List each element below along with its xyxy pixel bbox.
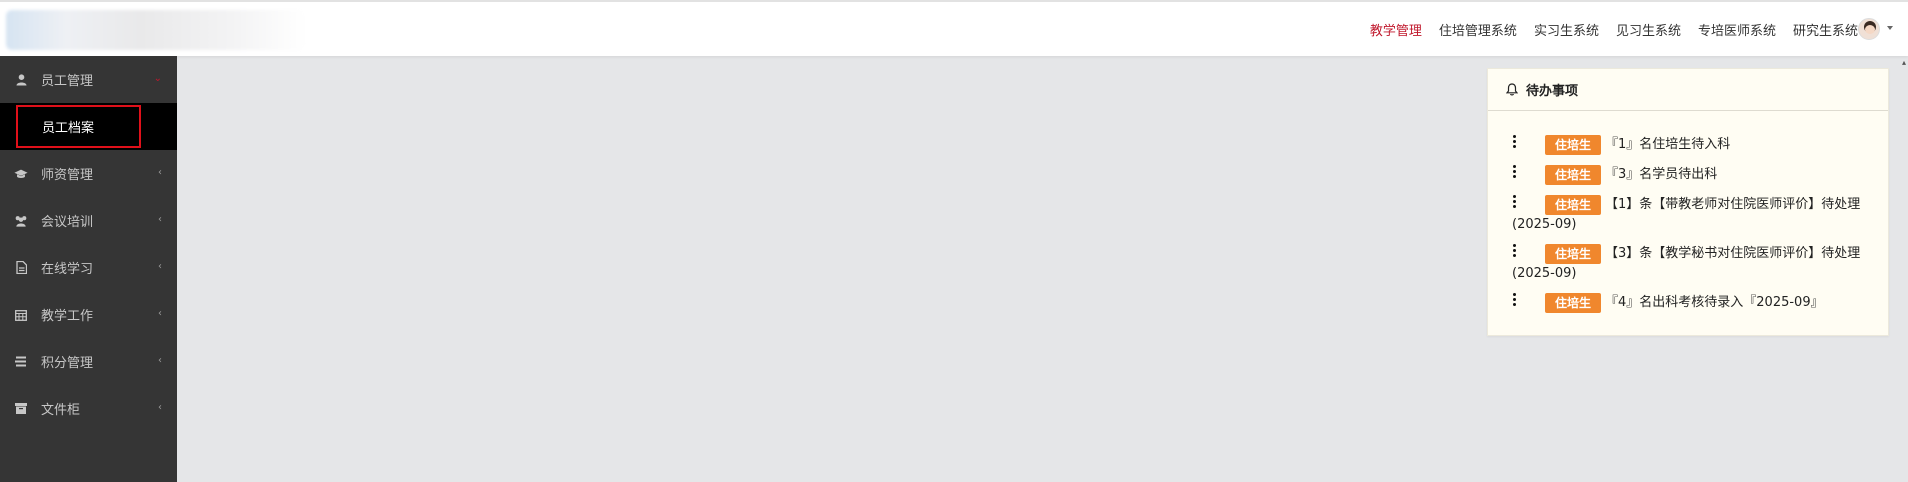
- chevron-left-icon: ‹: [158, 402, 162, 413]
- sidebar-subitem-staff-archive[interactable]: 员工档案: [16, 105, 141, 148]
- todo-text: 『3』名学员待出科: [1605, 167, 1718, 182]
- sidebar-item-file-cabinet[interactable]: 文件柜 ‹: [0, 385, 177, 432]
- archive-icon: [14, 403, 28, 414]
- sidebar-item-online-learning[interactable]: 在线学习 ‹: [0, 244, 177, 291]
- todo-text: 【1】条【带教老师对住院医师评价】待处理: [1605, 197, 1861, 212]
- top-bar: 教学管理 住培管理系统 实习生系统 见习生系统 专培医师系统 研究生系统: [0, 0, 1908, 56]
- todo-item[interactable]: 住培生 【3】条【教学秘书对住院医师评价】待处理 (2025-09): [1512, 244, 1883, 283]
- sidebar-item-label: 会议培训: [41, 215, 94, 230]
- users-icon: [14, 215, 28, 227]
- todo-badge: 住培生: [1545, 293, 1602, 313]
- nav-intern-system[interactable]: 实习生系统: [1534, 20, 1599, 39]
- sidebar-item-meeting[interactable]: 会议培训 ‹: [0, 197, 177, 244]
- bell-icon: [1506, 83, 1518, 96]
- sidebar: 员工管理 ⌄ 员工档案 师资管理 ‹ 会议培训 ‹ 在线学习 ‹ 教学工作 ‹: [0, 56, 177, 482]
- sidebar-item-label: 积分管理: [41, 356, 94, 371]
- todo-item[interactable]: 住培生 『1』名住培生待入科: [1513, 135, 1883, 155]
- document-icon: [14, 261, 28, 274]
- todo-item[interactable]: 住培生 【1】条【带教老师对住院医师评价】待处理 (2025-09): [1512, 195, 1883, 234]
- chevron-left-icon: ‹: [158, 167, 162, 178]
- todo-title: 待办事项: [1526, 84, 1579, 99]
- todo-header: 待办事项: [1488, 69, 1888, 111]
- nav-teaching-management[interactable]: 教学管理: [1370, 20, 1422, 39]
- more-vertical-icon[interactable]: [1513, 165, 1517, 180]
- nav-trainee-system[interactable]: 见习生系统: [1616, 20, 1681, 39]
- sidebar-item-label: 文件柜: [41, 403, 81, 418]
- todo-item[interactable]: 住培生 『3』名学员待出科: [1513, 165, 1883, 185]
- list-icon: [14, 356, 28, 367]
- graduation-cap-icon: [14, 168, 28, 180]
- chevron-left-icon: ‹: [158, 308, 162, 319]
- more-vertical-icon[interactable]: [1513, 293, 1517, 308]
- todo-item[interactable]: 住培生 『4』名出科考核待录入『2025-09』: [1513, 293, 1883, 313]
- more-vertical-icon[interactable]: [1513, 195, 1517, 210]
- submenu: 员工档案: [0, 103, 177, 150]
- more-vertical-icon[interactable]: [1513, 135, 1517, 150]
- top-nav: 教学管理 住培管理系统 实习生系统 见习生系统 专培医师系统 研究生系统: [1370, 20, 1858, 39]
- sidebar-item-label: 在线学习: [41, 262, 94, 277]
- sidebar-item-points[interactable]: 积分管理 ‹: [0, 338, 177, 385]
- calendar-icon: [14, 309, 28, 321]
- todo-text: 『1』名住培生待入科: [1605, 137, 1731, 152]
- todo-text-continued: (2025-09): [1512, 217, 1577, 232]
- todo-text: 『4』名出科考核待录入『2025-09』: [1605, 295, 1824, 310]
- scroll-up-icon[interactable]: ▴: [1902, 58, 1908, 68]
- todo-badge: 住培生: [1545, 195, 1602, 215]
- todo-panel: 待办事项 住培生 『1』名住培生待入科 住培生 『3』名学员待出科 住培生 【1】条【…: [1487, 68, 1889, 336]
- todo-text-continued: (2025-09): [1512, 266, 1577, 281]
- todo-badge: 住培生: [1545, 244, 1602, 264]
- avatar[interactable]: [1858, 18, 1880, 40]
- todo-badge: 住培生: [1545, 135, 1602, 155]
- nav-graduate-system[interactable]: 研究生系统: [1793, 20, 1858, 39]
- chevron-left-icon: ‹: [158, 214, 162, 225]
- sidebar-item-label: 教学工作: [41, 309, 94, 324]
- sidebar-item-label: 员工管理: [41, 74, 94, 89]
- sidebar-item-teaching-work[interactable]: 教学工作 ‹: [0, 291, 177, 338]
- chevron-down-icon: ⌄: [153, 73, 162, 84]
- logo: [6, 10, 306, 50]
- more-vertical-icon[interactable]: [1513, 244, 1517, 259]
- nav-specialist-system[interactable]: 专培医师系统: [1698, 20, 1776, 39]
- todo-badge: 住培生: [1545, 165, 1602, 185]
- chevron-left-icon: ‹: [158, 355, 162, 366]
- chevron-down-icon[interactable]: [1887, 26, 1893, 30]
- user-icon: [14, 73, 28, 86]
- nav-residency-system[interactable]: 住培管理系统: [1439, 20, 1517, 39]
- todo-text: 【3】条【教学秘书对住院医师评价】待处理: [1605, 246, 1861, 261]
- chevron-left-icon: ‹: [158, 261, 162, 272]
- sidebar-item-staff[interactable]: 员工管理 ⌄: [0, 56, 177, 103]
- sidebar-item-label: 师资管理: [41, 168, 94, 183]
- sidebar-item-faculty[interactable]: 师资管理 ‹: [0, 150, 177, 197]
